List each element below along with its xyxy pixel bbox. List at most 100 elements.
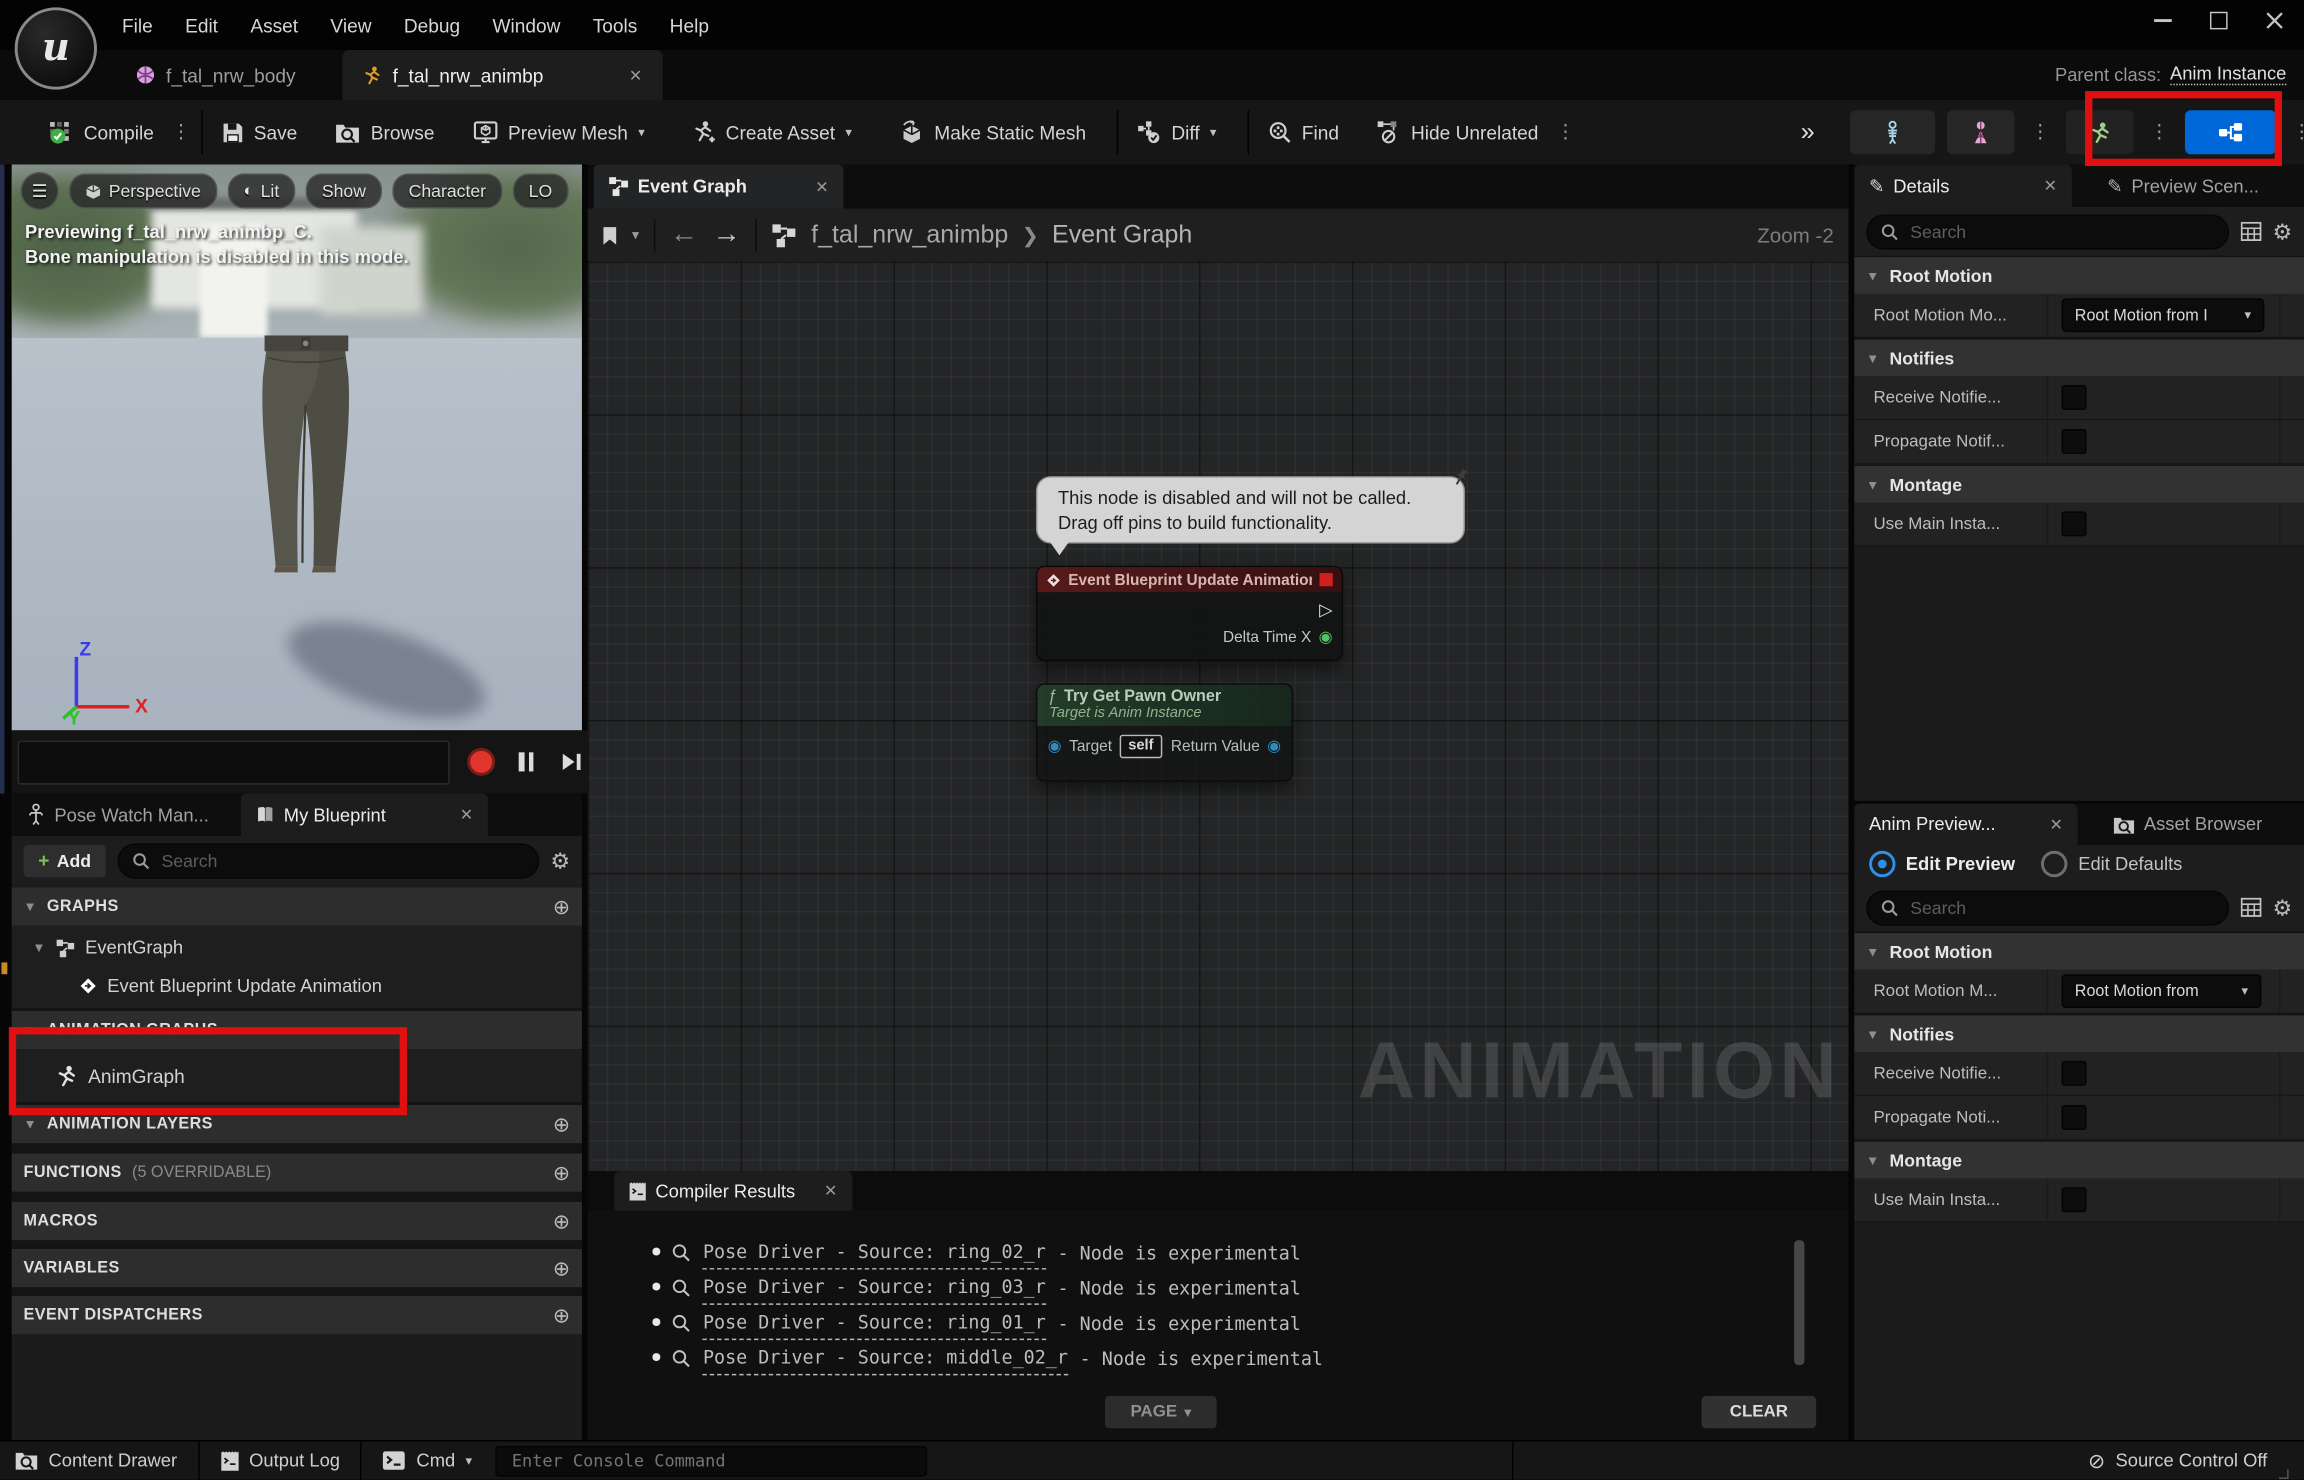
- compile-options-icon[interactable]: ⋮: [167, 120, 195, 144]
- preview-viewport[interactable]: ☰ Perspective ◐ Lit Show Character LO Pr…: [12, 165, 582, 731]
- tab-preview-scene-settings[interactable]: ✎ Preview Scen...: [2092, 165, 2273, 208]
- tab-close-icon[interactable]: ✕: [460, 805, 474, 824]
- tab-close-icon[interactable]: ✕: [2049, 815, 2063, 834]
- event-graph-canvas[interactable]: ANIMATION This node is disabled and will…: [588, 262, 1849, 1172]
- forward-arrow-icon[interactable]: →: [713, 219, 741, 251]
- display-filter-icon[interactable]: [2240, 898, 2261, 917]
- pushpin-icon[interactable]: [1450, 467, 1471, 488]
- tab-asset-browser[interactable]: Asset Browser: [2098, 804, 2277, 845]
- menu-window[interactable]: Window: [476, 8, 576, 42]
- receive-notifies-checkbox[interactable]: [2062, 1061, 2087, 1086]
- details-search[interactable]: [1866, 214, 2228, 249]
- menu-view[interactable]: View: [314, 8, 387, 42]
- exec-output-pin[interactable]: ▷: [1319, 600, 1333, 621]
- add-variable-icon[interactable]: ⊕: [553, 1256, 570, 1281]
- toolbar-overflow-icon[interactable]: »: [1801, 118, 1812, 147]
- compiler-message-link[interactable]: Pose Driver - Source: middle_02_r: [703, 1340, 1068, 1375]
- back-arrow-icon[interactable]: ←: [670, 219, 698, 251]
- use-main-instance-checkbox[interactable]: [2062, 1187, 2087, 1212]
- edit-defaults-radio[interactable]: Edit Defaults: [2041, 851, 2182, 877]
- preview-mesh-button[interactable]: Preview Mesh ▾: [459, 110, 658, 154]
- event-dispatchers-section-header[interactable]: EVENT DISPATCHERS ⊕: [12, 1296, 582, 1334]
- cmd-button[interactable]: Cmd ▾: [368, 1450, 487, 1471]
- root-motion-mode-dropdown[interactable]: Root Motion from ▾: [2062, 974, 2262, 1008]
- skeleton-editor-button[interactable]: [1850, 110, 1935, 154]
- breadcrumb-root[interactable]: f_tal_nrw_animbp: [811, 220, 1008, 249]
- return-value-pin[interactable]: Return Value ◉: [1171, 738, 1281, 756]
- output-log-button[interactable]: Output Log: [205, 1450, 355, 1472]
- diff-button[interactable]: Diff ▾: [1124, 110, 1229, 154]
- page-button[interactable]: PAGE▾: [1105, 1396, 1217, 1428]
- propagate-notifies-checkbox[interactable]: [2062, 429, 2087, 454]
- tab-compiler-results[interactable]: Compiler Results ✕: [614, 1171, 852, 1211]
- functions-section-header[interactable]: FUNCTIONS (5 OVERRIDABLE) ⊕: [12, 1153, 582, 1191]
- propagate-notifies-checkbox[interactable]: [2062, 1105, 2087, 1130]
- hide-unrelated-options-icon[interactable]: ⋮: [1552, 120, 1580, 144]
- tab-f-tal-nrw-body[interactable]: f_tal_nrw_body: [115, 50, 317, 100]
- save-button[interactable]: Save: [208, 110, 310, 154]
- target-pin[interactable]: ◉ Target self: [1048, 735, 1163, 759]
- step-forward-button[interactable]: [555, 747, 587, 776]
- skeletal-mesh-editor-button[interactable]: [1947, 110, 2015, 154]
- menu-help[interactable]: Help: [654, 8, 726, 42]
- tab-f-tal-nrw-animbp[interactable]: f_tal_nrw_animbp ✕: [343, 50, 663, 100]
- variables-section-header[interactable]: VARIABLES ⊕: [12, 1249, 582, 1287]
- menu-edit[interactable]: Edit: [169, 8, 234, 42]
- add-macro-icon[interactable]: ⊕: [553, 1209, 570, 1234]
- anim-preview-search[interactable]: [1866, 890, 2228, 925]
- tree-item-event-blueprint-update-animation[interactable]: Event Blueprint Update Animation: [12, 967, 582, 1005]
- add-event-dispatcher-icon[interactable]: ⊕: [553, 1303, 570, 1328]
- lit-button[interactable]: ◐ Lit: [227, 173, 295, 208]
- delta-time-pin[interactable]: Delta Time X ◉: [1223, 629, 1333, 647]
- find-button[interactable]: Find: [1255, 110, 1352, 154]
- viewport-menu-button[interactable]: ☰: [21, 172, 59, 210]
- notifies-section[interactable]: ▼ Notifies: [1854, 1014, 2304, 1052]
- receive-notifies-checkbox[interactable]: [2062, 385, 2087, 410]
- parent-class-link[interactable]: Anim Instance: [2170, 63, 2286, 85]
- notifies-section[interactable]: ▼ Notifies: [1854, 338, 2304, 376]
- compiler-message-link[interactable]: Pose Driver - Source: ring_01_r: [703, 1305, 1046, 1340]
- create-asset-button[interactable]: Create Asset ▾: [679, 110, 866, 154]
- bookmark-chevron-icon[interactable]: ▾: [632, 227, 639, 243]
- tab-close-icon[interactable]: ✕: [629, 65, 643, 84]
- my-blueprint-search-input[interactable]: [159, 849, 524, 873]
- tab-close-icon[interactable]: ✕: [824, 1181, 838, 1200]
- character-button[interactable]: Character: [392, 173, 502, 208]
- tab-my-blueprint[interactable]: My Blueprint ✕: [241, 793, 488, 836]
- menu-tools[interactable]: Tools: [577, 8, 654, 42]
- compiler-message-link[interactable]: Pose Driver - Source: ring_02_r: [703, 1234, 1046, 1269]
- my-blueprint-search[interactable]: [117, 843, 538, 878]
- tab-pose-watch-manager[interactable]: Pose Watch Man...: [12, 793, 224, 836]
- display-filter-icon[interactable]: [2240, 222, 2261, 241]
- anim-preview-search-input[interactable]: [1907, 896, 2213, 920]
- source-control-button[interactable]: ⊘ Source Control Off: [2088, 1441, 2289, 1479]
- gear-icon[interactable]: ⚙: [550, 847, 570, 873]
- edit-preview-radio[interactable]: Edit Preview: [1869, 851, 2015, 877]
- add-function-icon[interactable]: ⊕: [553, 1160, 570, 1185]
- montage-section[interactable]: ▼ Montage: [1854, 464, 2304, 502]
- tree-item-eventgraph[interactable]: ▼ EventGraph: [12, 929, 582, 967]
- add-button[interactable]: + Add: [24, 844, 106, 876]
- tab-details[interactable]: ✎ Details ✕: [1854, 165, 2071, 208]
- bookmark-icon[interactable]: [602, 226, 617, 245]
- pause-button[interactable]: [511, 747, 540, 776]
- console-command-field[interactable]: [496, 1445, 928, 1476]
- skeletal-mesh-options-icon[interactable]: ⋮: [2026, 120, 2054, 144]
- graphs-section-header[interactable]: ▼ GRAPHS ⊕: [12, 888, 582, 926]
- minimize-icon[interactable]: [2154, 19, 2172, 22]
- tab-event-graph-document[interactable]: Event Graph ✕: [594, 165, 844, 209]
- compiler-scrollbar[interactable]: [1794, 1240, 1804, 1365]
- root-motion-mode-dropdown[interactable]: Root Motion from I ▾: [2062, 298, 2265, 332]
- timeline-scrubber[interactable]: [18, 740, 450, 784]
- root-motion-section[interactable]: ▼ Root Motion: [1854, 932, 2304, 970]
- maximize-icon[interactable]: [2210, 12, 2228, 30]
- perspective-button[interactable]: Perspective: [69, 173, 217, 208]
- menu-file[interactable]: File: [106, 8, 169, 42]
- compile-button[interactable]: Compile: [35, 110, 167, 154]
- event-blueprint-update-animation-node[interactable]: Event Blueprint Update Animation ▷ Delta…: [1036, 566, 1343, 662]
- root-motion-section[interactable]: ▼ Root Motion: [1854, 256, 2304, 294]
- use-main-instance-checkbox[interactable]: [2062, 511, 2087, 536]
- menu-asset[interactable]: Asset: [234, 8, 314, 42]
- close-icon[interactable]: [2266, 12, 2284, 30]
- console-command-input[interactable]: [509, 1449, 915, 1473]
